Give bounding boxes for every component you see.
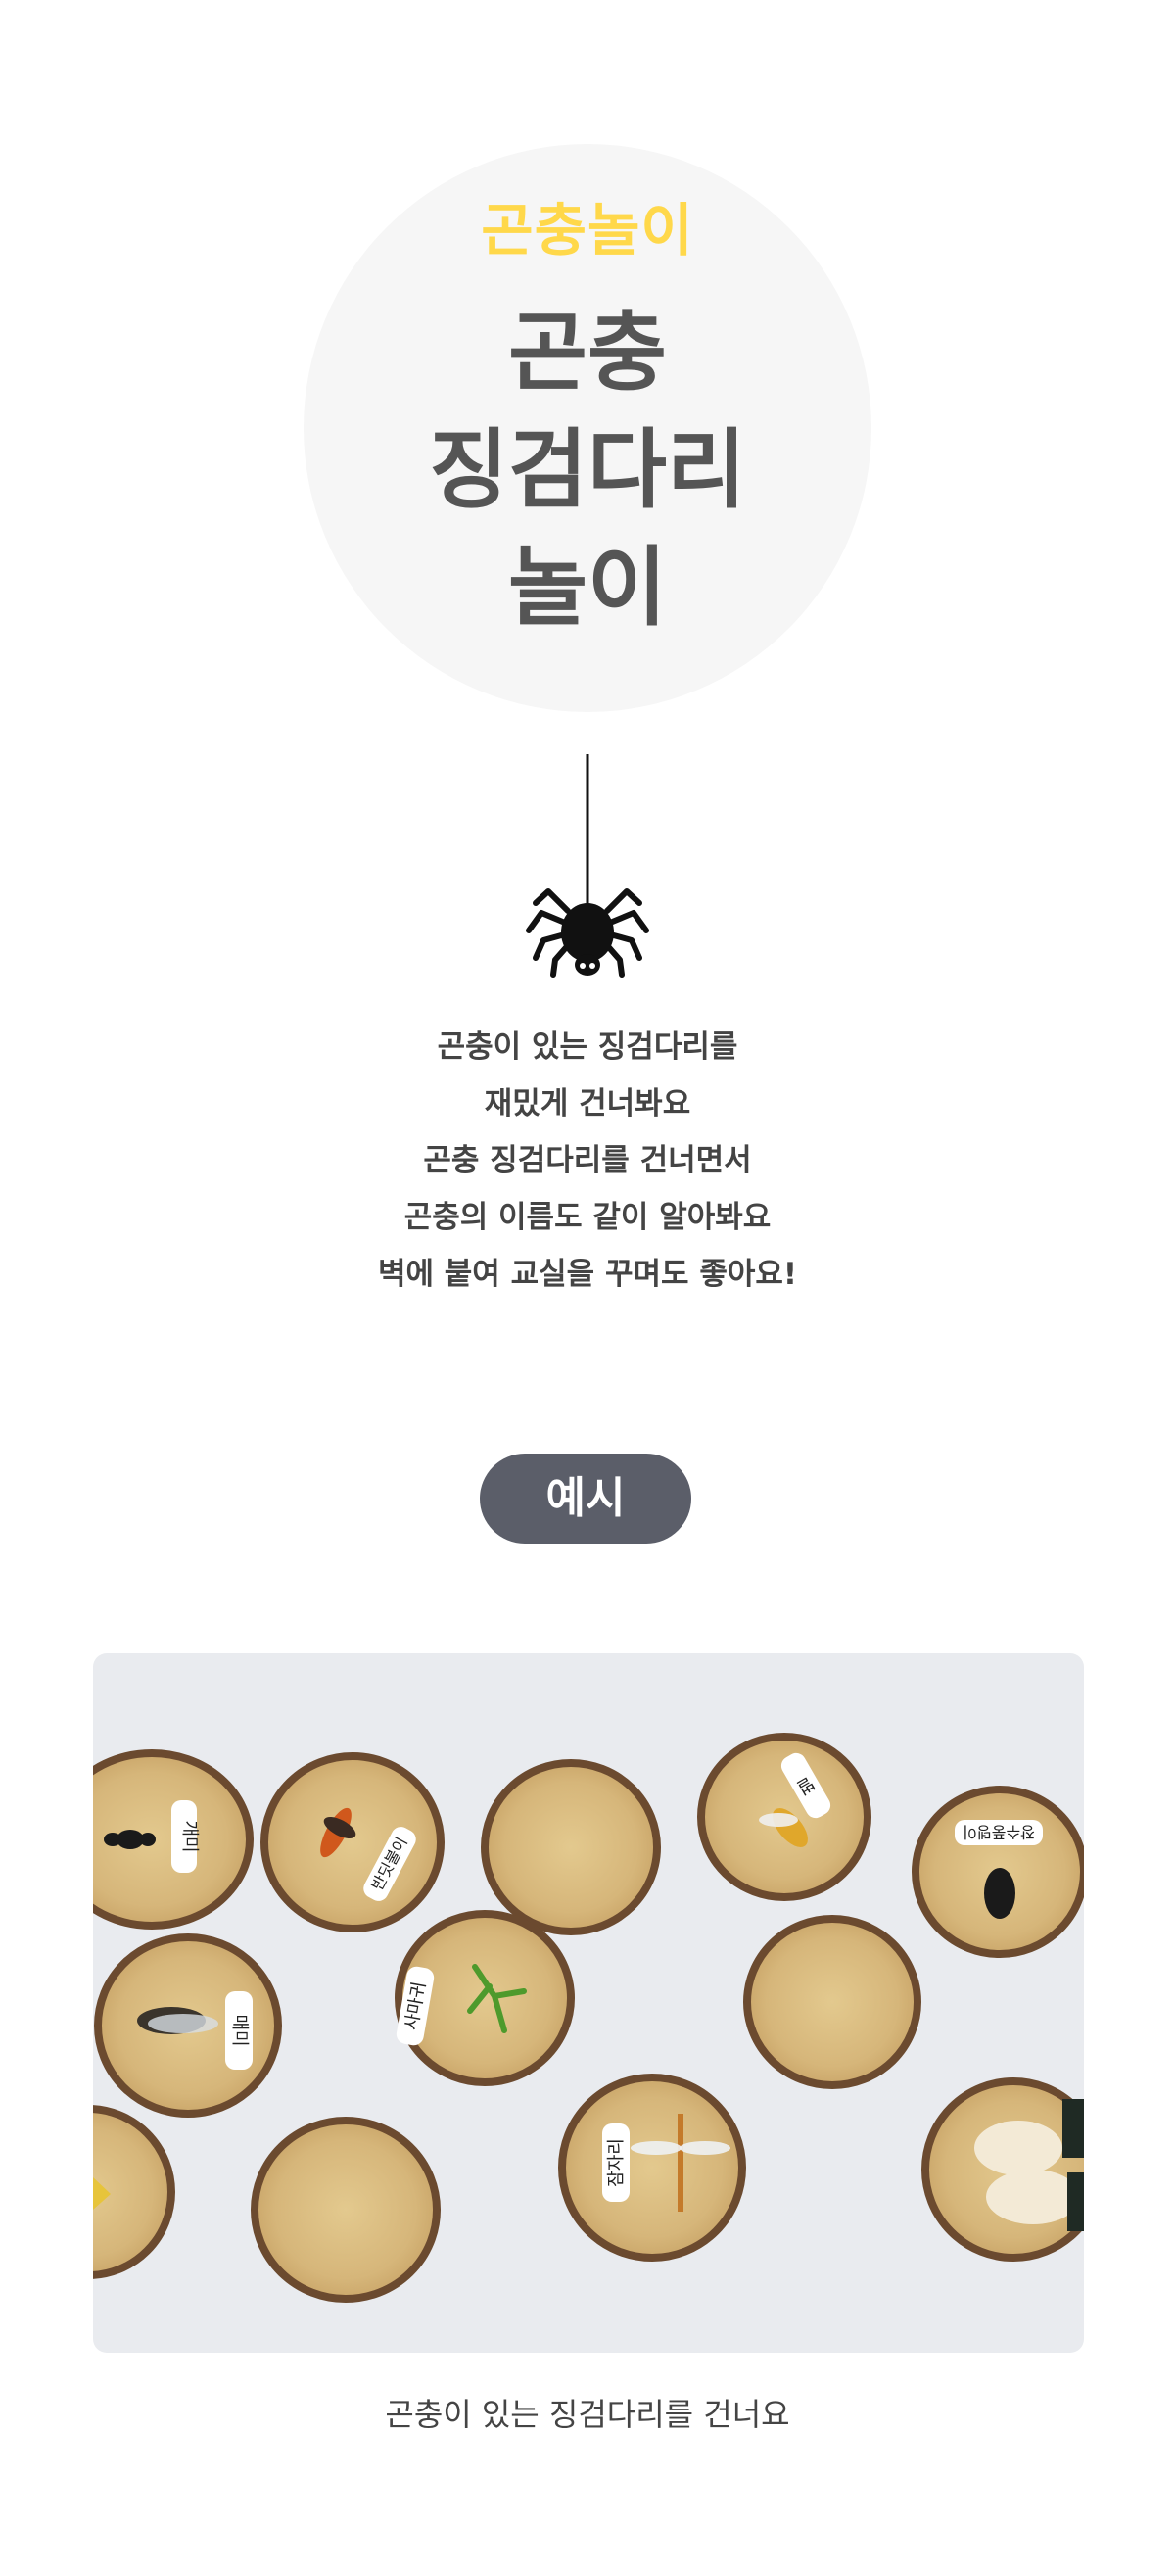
label-dragonfly: 잠자리 (606, 2138, 627, 2187)
stone-ant: 개미 (93, 1749, 254, 1930)
spider-icon (524, 754, 651, 989)
description-line-5: 벽에 붙여 교실을 꾸며도 좋아요! (377, 1257, 798, 1292)
hero-title-line-1: 곤충 (508, 302, 667, 403)
description: 곤충이 있는 징검다리를 재밌게 건너봐요 곤충 징검다리를 건너면서 곤충의 … (0, 1019, 1175, 1303)
description-line-1: 곤충이 있는 징검다리를 (437, 1029, 738, 1065)
stone-beetle: 장수풍뎅이 (912, 1786, 1084, 1958)
photo-caption: 곤충이 있는 징검다리를 건너요 (385, 2396, 790, 2433)
hero-subtitle: 곤충놀이 (481, 197, 694, 263)
stone-feet (921, 2077, 1084, 2262)
example-badge: 예시 (480, 1454, 691, 1544)
label-beetle: 장수풍뎅이 (963, 1823, 1035, 1841)
label-cicada: 매미 (229, 2014, 250, 2046)
description-line-3: 곤충 징검다리를 건너면서 (423, 1143, 752, 1178)
label-ant: 개미 (179, 1820, 200, 1852)
example-photo: 개미 반딧불이 벌 장수풍뎅이 매미 사마귀 잠자리 (93, 1653, 1084, 2353)
hero-title-line-2: 징검다리 (429, 419, 746, 520)
hero-title-line-3: 놀이 (508, 537, 667, 638)
stone-empty-1 (481, 1759, 661, 1935)
hero-title: 곤충 징검다리 놀이 (0, 294, 1175, 646)
stone-firefly: 반딧불이 (260, 1752, 445, 1932)
stone-cicada: 매미 (94, 1933, 282, 2118)
stone-empty-3 (251, 2117, 441, 2303)
stone-bee: 벌 (697, 1733, 871, 1901)
description-line-2: 재밌게 건너봐요 (484, 1086, 691, 1121)
description-line-4: 곤충의 이름도 같이 알아봐요 (403, 1200, 772, 1235)
stone-empty-2 (743, 1915, 921, 2089)
stone-butterfly (93, 2105, 175, 2279)
stone-mantis: 사마귀 (395, 1910, 575, 2086)
stone-dragonfly: 잠자리 (558, 2074, 746, 2262)
